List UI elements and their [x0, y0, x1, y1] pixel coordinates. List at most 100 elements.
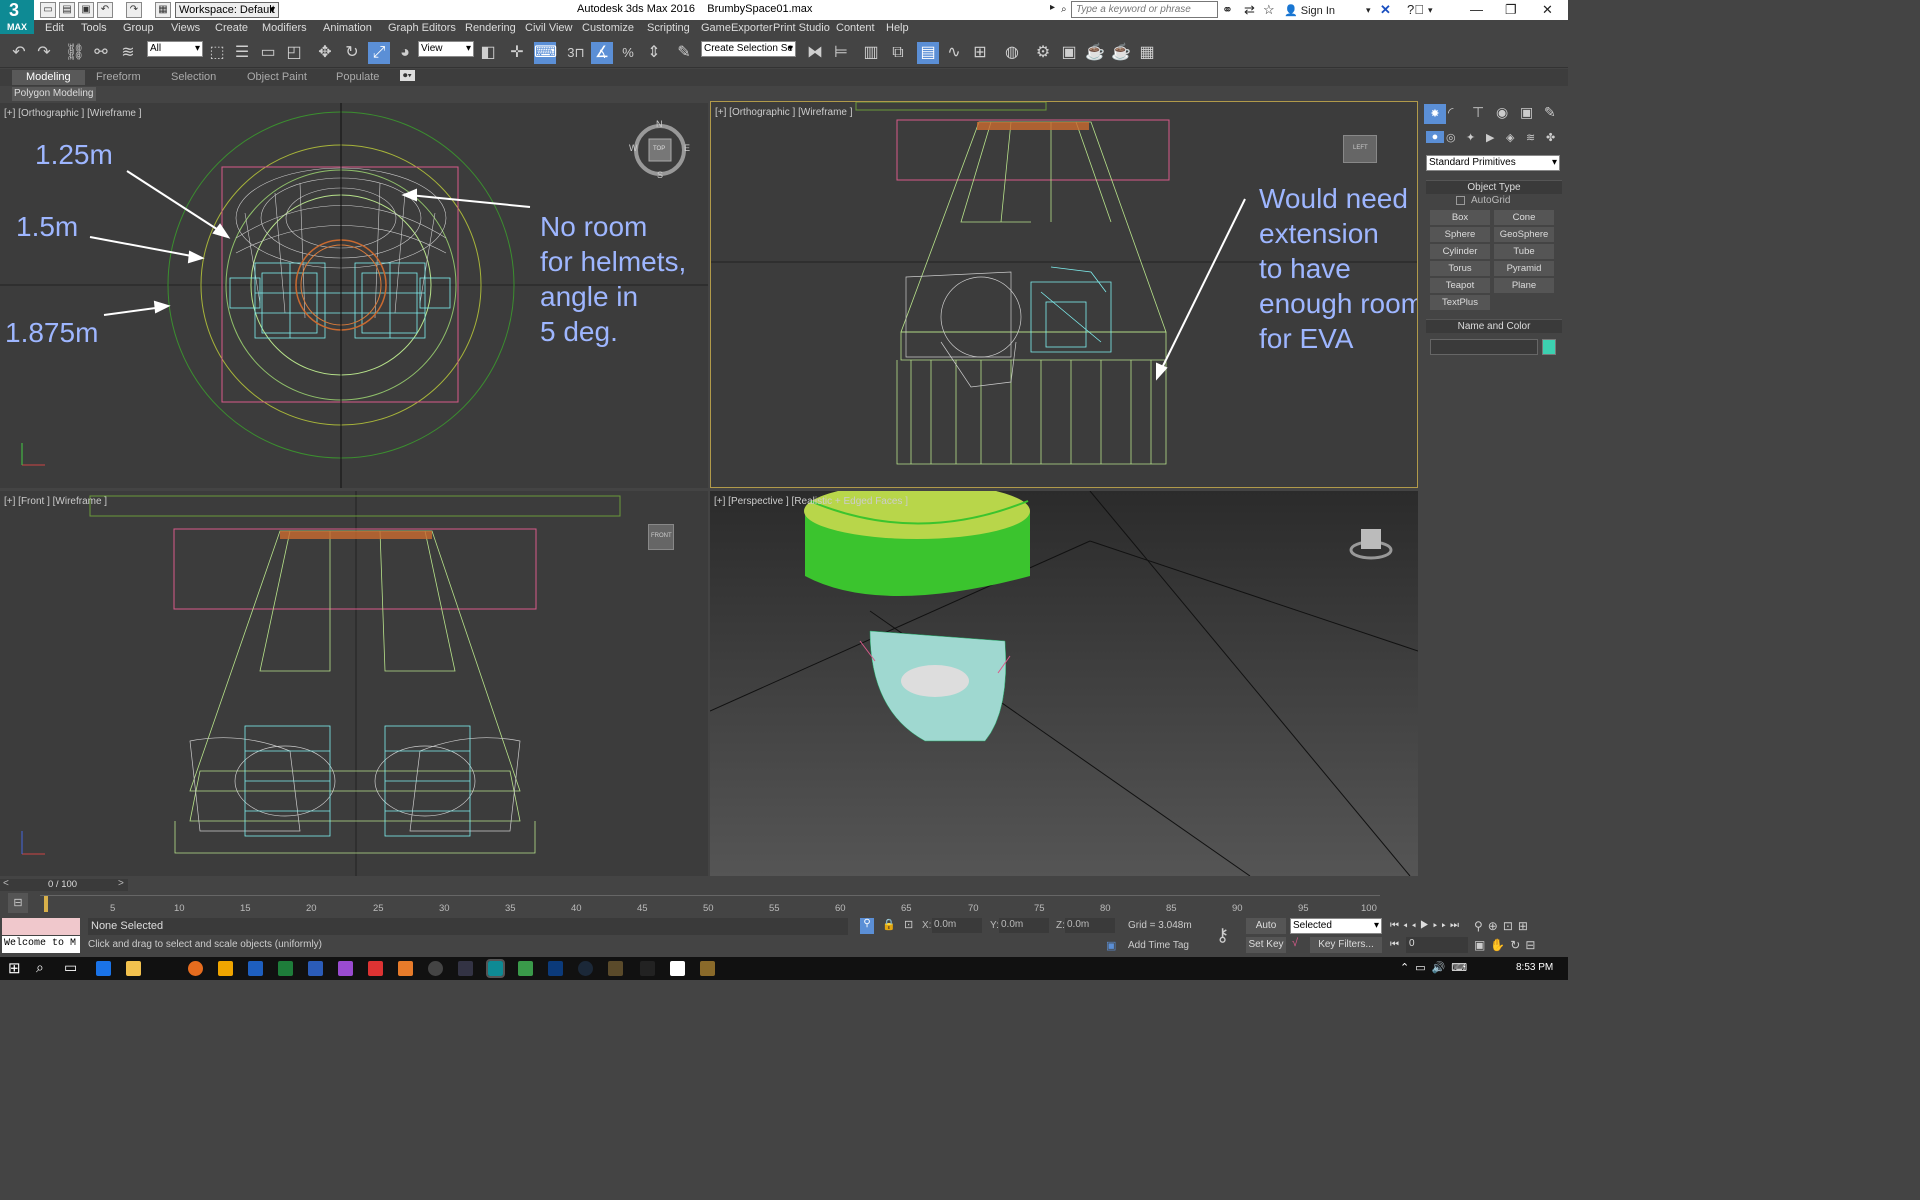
isolate-selection-icon[interactable]: ⚲ [860, 918, 874, 934]
project-folder-icon[interactable]: ▦ [155, 2, 171, 18]
maxscript-output[interactable]: Welcome to M [2, 936, 80, 953]
align-icon[interactable]: ⊨ [830, 42, 852, 64]
chevron-down-icon[interactable]: ▾ [1428, 5, 1433, 16]
spinner-snap-icon[interactable]: ⇕ [643, 42, 665, 64]
menu-modifiers[interactable]: Modifiers [262, 22, 307, 34]
scale-icon[interactable]: ⤢ [368, 42, 390, 64]
app-icon[interactable] [640, 961, 655, 976]
window-crossing-icon[interactable]: ◰ [283, 42, 305, 64]
menu-tools[interactable]: Tools [81, 22, 107, 34]
rendered-frame-icon[interactable]: ▣ [1058, 42, 1080, 64]
reference-coordinate-dropdown[interactable]: View ▾ [418, 41, 474, 57]
render-setup-icon[interactable]: ⚙ [1032, 42, 1054, 64]
open-file-icon[interactable]: ▤ [59, 2, 75, 18]
current-frame-field[interactable]: 0 [1406, 937, 1468, 953]
name-and-color-rollout[interactable]: Name and Color [1426, 319, 1562, 333]
add-time-tag[interactable]: Add Time Tag [1128, 940, 1189, 951]
search-icon[interactable]: ⌕ [1061, 4, 1067, 15]
render-production-icon[interactable]: ☕ [1084, 42, 1106, 64]
move-icon[interactable]: ✥ [314, 42, 336, 64]
display-tab-icon[interactable]: ▣ [1520, 104, 1533, 121]
rect-selection-icon[interactable]: ▭ [257, 42, 279, 64]
cylinder-button[interactable]: Cylinder [1430, 244, 1490, 259]
object-name-field[interactable] [1430, 339, 1538, 355]
key-icon[interactable]: ⚷ [1216, 925, 1229, 946]
undo-icon[interactable]: ↶ [8, 42, 30, 64]
menu-customize[interactable]: Customize [582, 22, 634, 34]
chevron-right-icon[interactable]: ▸ [1050, 2, 1055, 13]
search-icon[interactable]: ⌕ [36, 959, 44, 976]
modify-tab-icon[interactable]: ◜ [1448, 104, 1453, 121]
viewport-label[interactable]: [+] [Orthographic ] [Wireframe ] [4, 108, 142, 119]
viewport-top-right[interactable]: [+] [Orthographic ] [Wireframe ] LEFT Wo… [710, 101, 1418, 488]
pyramid-button[interactable]: Pyramid [1494, 261, 1554, 276]
windows-start-icon[interactable]: ⊞ [8, 959, 21, 977]
3ds-max-taskbar-icon[interactable] [486, 959, 505, 978]
create-tab-icon[interactable]: ✸ [1424, 104, 1446, 124]
game-icon[interactable] [700, 961, 715, 976]
percent-snap-icon[interactable]: % [617, 42, 639, 64]
y-coordinate-field[interactable]: 0.0m [999, 918, 1049, 933]
viewport-nav-controls[interactable]: ⚲⊕⊡⊞ [1474, 919, 1533, 933]
restore-button[interactable]: ❐ [1505, 2, 1517, 18]
viewport-top-left[interactable]: [+] [Orthographic ] [Wireframe ] N E S W… [0, 103, 708, 488]
playback-controls[interactable]: ⏮◂◂▶▸▸⏭ [1390, 920, 1463, 931]
helpers-icon[interactable]: ◈ [1506, 131, 1514, 144]
viewcube[interactable]: LEFT [1343, 135, 1377, 163]
menu-civil-view[interactable]: Civil View [525, 22, 572, 34]
select-object-icon[interactable]: ⬚ [206, 42, 228, 64]
redo-icon[interactable]: ↷ [126, 2, 142, 18]
geometry-icon[interactable]: ● [1426, 131, 1444, 143]
menu-graph-editors[interactable]: Graph Editors [388, 22, 456, 34]
chevron-right-icon[interactable]: > [118, 878, 124, 889]
obs-icon[interactable] [428, 961, 443, 976]
spacewarps-icon[interactable]: ≋ [1526, 131, 1535, 144]
polygon-modeling-panel[interactable]: Polygon Modeling [12, 87, 96, 101]
excel-icon[interactable] [278, 961, 293, 976]
binoculars-icon[interactable]: ⚭ [1222, 2, 1233, 18]
menu-group[interactable]: Group [123, 22, 154, 34]
maxscript-listener-mini[interactable] [2, 918, 80, 935]
viewcube-compass[interactable]: N E S W TOP [629, 119, 690, 180]
key-mode-toggle-icon[interactable]: ⏮ [1390, 939, 1399, 950]
lights-icon[interactable]: ✦ [1466, 131, 1475, 144]
close-window-button[interactable]: ✕ [1542, 2, 1553, 18]
tab-freeform[interactable]: Freeform [96, 71, 141, 83]
viewcube[interactable]: FRONT [648, 524, 674, 550]
menu-scripting[interactable]: Scripting [647, 22, 690, 34]
unlink-icon[interactable]: ⚯ [90, 42, 112, 64]
bind-spacewarp-icon[interactable]: ≋ [117, 42, 139, 64]
photoshop-icon[interactable] [548, 961, 563, 976]
autogrid-checkbox[interactable] [1456, 196, 1465, 205]
key-tangent-icon[interactable]: √ [1292, 937, 1298, 949]
unity-icon[interactable] [670, 961, 685, 976]
chevron-left-icon[interactable]: < [3, 878, 9, 889]
render-activeshade-icon[interactable]: ▦ [1136, 42, 1158, 64]
game-icon[interactable] [608, 961, 623, 976]
key-mode-dropdown[interactable]: Selected ▾ [1290, 918, 1382, 934]
named-selection-dropdown[interactable]: Create Selection Se ▾ [701, 41, 796, 57]
workspace-dropdown[interactable]: Workspace: Default ▾ [175, 2, 279, 18]
edit-named-selection-icon[interactable]: ✎ [673, 42, 695, 64]
utilities-tab-icon[interactable]: ✎ [1544, 104, 1556, 121]
geosphere-button[interactable]: GeoSphere [1494, 227, 1554, 242]
teapot-button[interactable]: Teapot [1430, 278, 1490, 293]
exchange-icon[interactable]: ⇄ [1244, 2, 1255, 18]
key-filters-button[interactable]: Key Filters... [1310, 937, 1382, 953]
firefox-icon[interactable] [188, 961, 203, 976]
ribbon-options-icon[interactable]: ⏺▾ [400, 70, 415, 81]
outlook-icon[interactable] [248, 961, 263, 976]
absolute-mode-icon[interactable]: ⊡ [904, 918, 913, 931]
menu-create[interactable]: Create [215, 22, 248, 34]
link-icon[interactable]: ⛓ [64, 42, 86, 64]
object-color-swatch[interactable] [1542, 339, 1556, 355]
keyboard-shortcut-icon[interactable]: ⌨ [534, 42, 557, 64]
viewcube[interactable] [1348, 524, 1394, 564]
menu-gameexporter[interactable]: GameExporter [701, 22, 773, 34]
onenote-icon[interactable] [338, 961, 353, 976]
render-iterative-icon[interactable]: ☕ [1110, 42, 1132, 64]
viewport-label[interactable]: [+] [Orthographic ] [Wireframe ] [715, 107, 853, 118]
menu-animation[interactable]: Animation [323, 22, 372, 34]
primitive-category-dropdown[interactable]: Standard Primitives ▾ [1426, 155, 1560, 171]
star-icon[interactable]: ☆ [1263, 2, 1275, 18]
